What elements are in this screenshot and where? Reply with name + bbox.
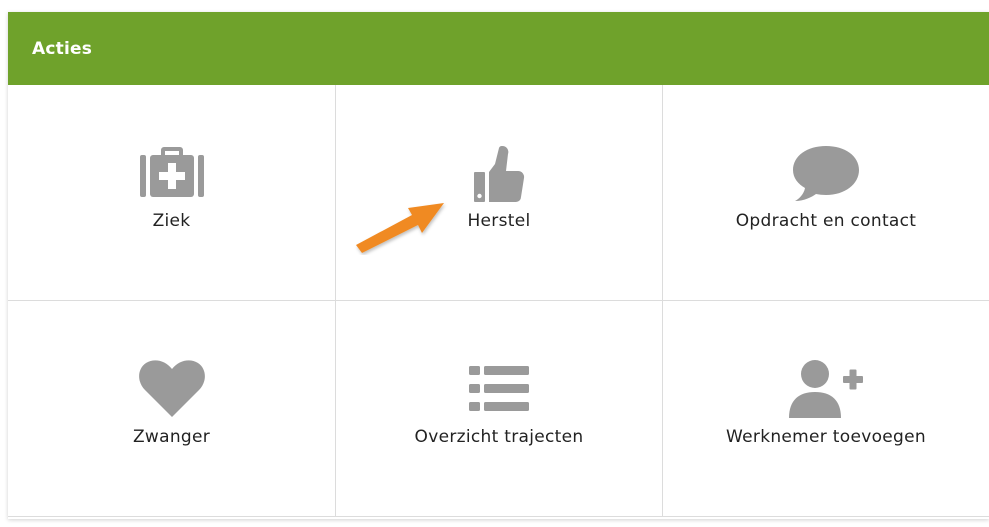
tile-label: Overzicht trajecten bbox=[414, 427, 584, 447]
page-top-strip bbox=[0, 0, 989, 12]
panel-title: Acties bbox=[32, 38, 93, 59]
action-tile-ziek[interactable]: Ziek bbox=[8, 85, 336, 301]
action-tile-opdracht-en-contact[interactable]: Opdracht en contact bbox=[663, 85, 989, 301]
actions-grid: Ziek Herstel Opdracht en contact Zwanger… bbox=[8, 85, 989, 517]
actions-panel: Acties Ziek Herstel Opdracht en contact … bbox=[8, 12, 989, 519]
medical-kit-icon bbox=[132, 143, 212, 203]
thumbs-up-icon bbox=[459, 143, 539, 203]
action-tile-werknemer-toevoegen[interactable]: Werknemer toevoegen bbox=[663, 301, 989, 517]
action-tile-herstel[interactable]: Herstel bbox=[336, 85, 663, 301]
add-user-icon bbox=[786, 359, 866, 419]
tile-label: Ziek bbox=[152, 211, 191, 231]
tile-label: Zwanger bbox=[132, 427, 211, 447]
tile-label: Werknemer toevoegen bbox=[726, 427, 926, 447]
heart-icon bbox=[132, 359, 212, 419]
panel-header: Acties bbox=[8, 12, 989, 85]
tile-label: Opdracht en contact bbox=[735, 211, 917, 231]
action-tile-overzicht-trajecten[interactable]: Overzicht trajecten bbox=[336, 301, 663, 517]
action-tile-zwanger[interactable]: Zwanger bbox=[8, 301, 336, 517]
speech-bubble-icon bbox=[786, 143, 866, 203]
list-icon bbox=[459, 359, 539, 419]
tile-label: Herstel bbox=[467, 211, 531, 231]
